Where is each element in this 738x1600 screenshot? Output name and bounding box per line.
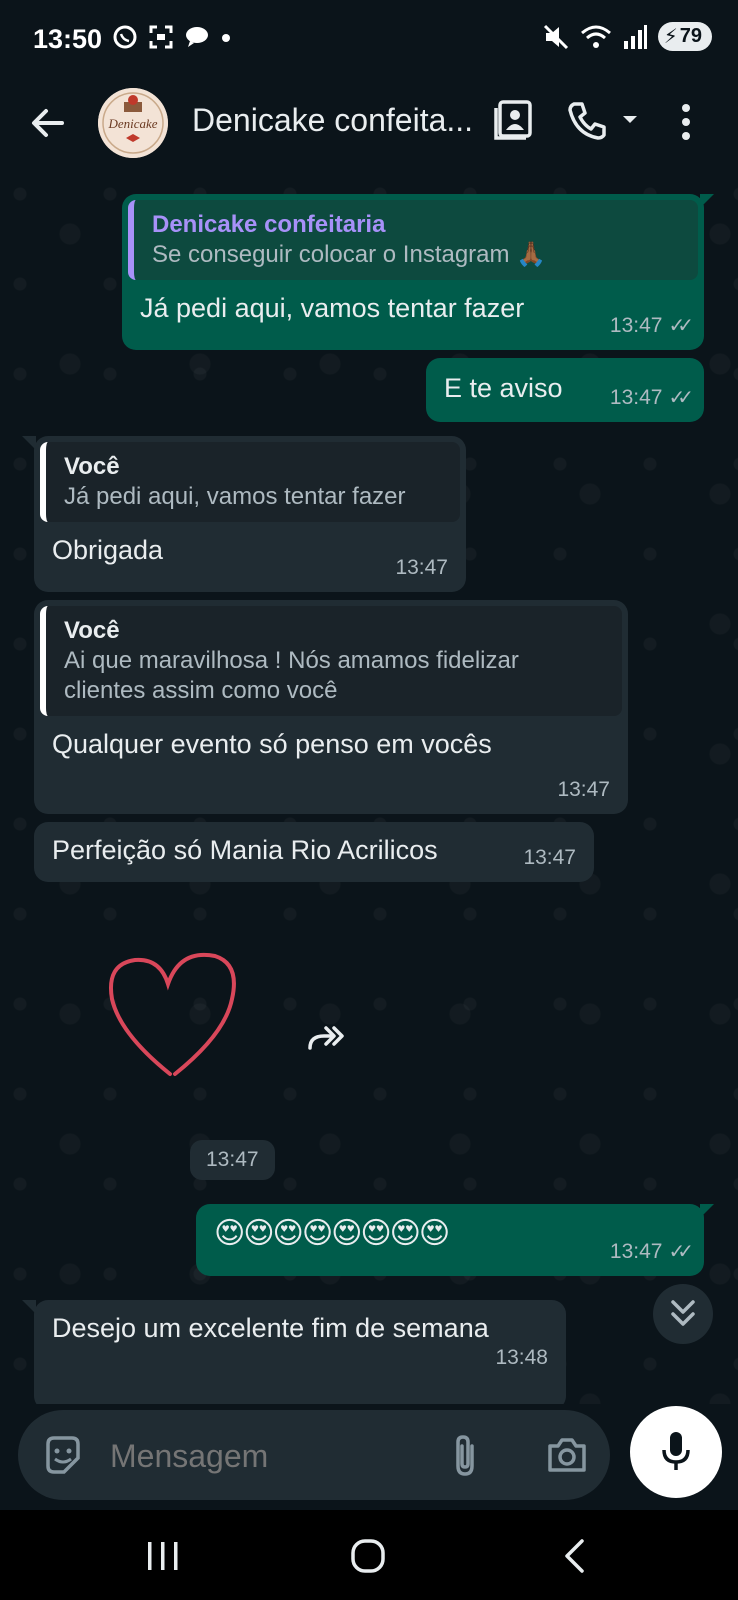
read-receipt-icon: ✓✓ [668,1241,693,1263]
attach-paperclip-icon[interactable] [450,1432,480,1478]
screenshot-notification-icon [149,25,173,49]
message-text: Qualquer evento só penso em vocês [52,729,492,759]
message-timestamp: 13:48 [495,1346,548,1369]
svg-text:Denicake: Denicake [107,116,157,131]
contact-card-icon[interactable] [492,98,536,142]
battery-charging-icon: ⚡ [663,26,678,48]
read-receipt-icon: ✓✓ [668,387,693,409]
message-time: 13:48 [495,1342,548,1374]
battery-indicator: ⚡ 79 [657,22,712,51]
sticker-icon[interactable] [42,1434,84,1476]
mute-icon [543,24,568,49]
back-arrow-icon[interactable] [24,98,74,148]
quoted-author: Denicake confeitaria [152,211,386,238]
chat-notification-icon [186,27,208,47]
outgoing-message-bubble[interactable]: E te aviso 13:47 ✓✓ [426,358,704,422]
forward-icon[interactable] [300,1012,350,1062]
signal-icon [623,24,647,49]
quoted-author: Você [64,453,120,480]
chat-title[interactable]: Denicake confeita... [192,102,473,139]
quoted-message[interactable]: Você Ai que maravilhosa ! Nós amamos fid… [40,606,622,716]
contact-avatar[interactable]: Denicake [98,88,168,158]
incoming-message-bubble[interactable]: Perfeição só Mania Rio Acrilicos 13:47 [34,822,594,882]
bubble-tail [22,1300,36,1314]
status-bar: 13:50 ⚡ 79 [0,0,738,74]
system-navigation-bar [0,1510,738,1600]
voice-message-button[interactable] [630,1406,722,1498]
quoted-text: Já pedi aqui, vamos tentar fazer [64,483,406,510]
denicake-logo: Denicake [98,88,168,158]
quoted-text-line-2: clientes assim como você [64,677,338,704]
status-time: 13:50 [33,24,103,54]
recent-apps-icon[interactable] [146,1540,180,1572]
whatsapp-notification-icon [113,25,137,49]
bubble-tail [22,436,36,450]
message-timestamp: 13:47 [523,846,576,869]
battery-level: 79 [679,25,702,47]
scroll-to-bottom-button[interactable] [653,1284,713,1344]
more-options-icon[interactable] [680,102,692,142]
message-timestamp: 13:47 [395,556,448,579]
message-time: 13:47 [523,842,576,874]
incoming-message-bubble[interactable]: Desejo um excelente fim de semana 13:48 [34,1300,566,1404]
message-timestamp: 13:47 [557,778,610,801]
status-notification-icons [112,24,232,50]
double-chevron-down-icon [671,1300,695,1326]
outgoing-message-bubble[interactable]: 😍😍😍😍😍😍😍😍 13:47 ✓✓ [196,1204,704,1276]
message-timestamp: 13:47 [609,1240,663,1263]
outgoing-message-bubble[interactable]: Denicake confeitaria Se conseguir coloca… [122,194,704,350]
status-right-icons: ⚡ 79 [542,22,712,51]
incoming-message-bubble[interactable]: Você Já pedi aqui, vamos tentar fazer Ob… [34,436,466,592]
message-time: 13:47 ✓✓ [609,1236,694,1268]
quoted-text-line-1: Ai que maravilhosa ! Nós amamos fideliza… [64,647,519,674]
message-timestamp: 13:47 [609,314,663,337]
chat-messages-area[interactable]: Denicake confeitaria Se conseguir coloca… [0,174,738,1404]
message-time: 13:47 ✓✓ [609,382,694,414]
phone-call-icon[interactable] [566,98,606,142]
message-timestamp: 13:47 [609,386,663,409]
quoted-text: Se conseguir colocar o Instagram 🙏🏾 [152,241,547,268]
call-options-chevron-down-icon[interactable] [620,110,640,130]
bubble-tail [700,194,714,208]
read-receipt-icon: ✓✓ [668,315,693,337]
home-icon[interactable] [350,1538,386,1574]
camera-icon[interactable] [546,1436,588,1474]
message-composer [18,1410,610,1500]
dot-notification-icon [222,34,230,42]
quoted-message[interactable]: Denicake confeitaria Se conseguir coloca… [128,200,698,280]
message-time: 13:47 [395,552,448,584]
microphone-icon [662,1432,690,1470]
back-nav-icon[interactable] [562,1538,586,1574]
message-text: Desejo um excelente fim de semana [52,1313,489,1343]
message-time: 13:47 ✓✓ [609,310,694,342]
message-input[interactable] [108,1437,412,1476]
incoming-message-bubble[interactable]: Você Ai que maravilhosa ! Nós amamos fid… [34,600,628,814]
sticker-time: 13:47 [190,1140,275,1180]
quoted-author: Você [64,617,120,644]
quoted-message[interactable]: Você Já pedi aqui, vamos tentar fazer [40,442,460,522]
message-text: Perfeição só Mania Rio Acrilicos [52,835,438,865]
wifi-icon [580,25,611,48]
message-time: 13:47 [557,774,610,806]
bubble-tail [700,1204,714,1218]
heart-sticker[interactable] [100,944,250,1084]
chat-header: Denicake Denicake confeita... [0,74,738,174]
